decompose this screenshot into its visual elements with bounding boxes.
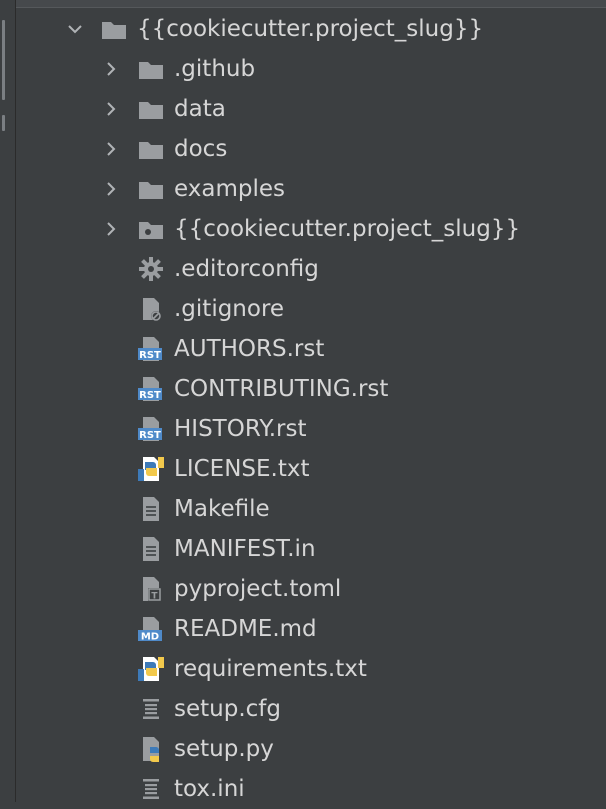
text-file-icon [143, 497, 159, 521]
tree-row-file[interactable]: .editorconfig [16, 249, 606, 289]
gear-icon [139, 257, 163, 281]
tree-item-label: README.md [174, 616, 317, 642]
tree-row-root[interactable]: {{cookiecutter.project_slug}} [16, 9, 606, 49]
folder-icon [139, 62, 163, 79]
python-file-icon [143, 737, 159, 762]
folder-icon [139, 102, 163, 119]
markdown-file-icon: MD [138, 617, 162, 643]
tree-row-file[interactable]: setup.cfg [16, 689, 606, 729]
tree-item-label: {{cookiecutter.project_slug}} [137, 16, 484, 42]
tree-row-file[interactable]: requirements.txt [16, 649, 606, 689]
folder-icon [139, 182, 163, 199]
toml-file-icon: T [143, 577, 161, 602]
tree-item-label: requirements.txt [174, 656, 367, 682]
config-file-icon [143, 779, 159, 799]
tree-row-folder[interactable]: .github [16, 49, 606, 89]
tree-item-label: {{cookiecutter.project_slug}} [174, 216, 521, 242]
tree-row-file[interactable]: Makefile [16, 489, 606, 529]
tree-item-label: setup.py [174, 736, 274, 762]
tree-row-file[interactable]: Tpyproject.toml [16, 569, 606, 609]
tree-row-file[interactable]: RST AUTHORS.rst [16, 329, 606, 369]
tree-item-label: examples [174, 176, 285, 202]
side-tab-marker[interactable] [2, 115, 5, 131]
chevron-right-icon[interactable] [102, 100, 120, 118]
tree-row-file[interactable]: MD README.md [16, 609, 606, 649]
tree-item-label: HISTORY.rst [174, 416, 307, 442]
tool-window-strip [0, 0, 16, 802]
tree-item-label: LICENSE.txt [174, 456, 310, 482]
package-folder-icon [139, 222, 163, 239]
rst-file-icon: RST [138, 377, 162, 401]
tree-item-label: .gitignore [174, 296, 285, 322]
tree-item-label: pyproject.toml [174, 576, 342, 602]
chevron-right-icon[interactable] [102, 220, 120, 238]
tree-item-label: MANIFEST.in [174, 536, 316, 562]
folder-icon [102, 22, 126, 39]
chevron-right-icon[interactable] [102, 60, 120, 78]
tree-row-folder[interactable]: examples [16, 169, 606, 209]
svg-text:MD: MD [141, 632, 159, 643]
svg-text:RST: RST [139, 390, 161, 401]
tree-row-file[interactable]: setup.py [16, 729, 606, 769]
ignore-file-icon [143, 298, 161, 321]
tree-row-file[interactable]: .gitignore [16, 289, 606, 329]
svg-text:RST: RST [139, 430, 161, 441]
panel-header [16, 0, 606, 8]
tree-row-file[interactable]: RST CONTRIBUTING.rst [16, 369, 606, 409]
project-tree: {{cookiecutter.project_slug}} .github dat… [16, 9, 606, 809]
tree-item-label: data [174, 96, 226, 122]
tree-item-label: AUTHORS.rst [174, 336, 325, 362]
rst-file-icon: RST [138, 417, 162, 441]
tree-row-file[interactable]: RST HISTORY.rst [16, 409, 606, 449]
folder-icon [139, 142, 163, 159]
python-text-file-icon [138, 657, 164, 681]
tree-item-label: docs [174, 136, 228, 162]
tree-row-folder[interactable]: {{cookiecutter.project_slug}} [16, 209, 606, 249]
rst-file-icon: RST [138, 337, 162, 361]
tree-row-folder[interactable]: docs [16, 129, 606, 169]
python-text-file-icon [138, 457, 164, 481]
chevron-right-icon[interactable] [102, 180, 120, 198]
tree-item-label: Makefile [174, 496, 270, 522]
svg-text:T: T [151, 592, 158, 602]
svg-text:RST: RST [139, 350, 161, 361]
chevron-right-icon[interactable] [102, 140, 120, 158]
tree-item-label: tox.ini [174, 776, 245, 802]
tree-item-label: CONTRIBUTING.rst [174, 376, 389, 402]
tree-row-file[interactable]: tox.ini [16, 769, 606, 809]
tree-item-label: setup.cfg [174, 696, 281, 722]
tree-row-file[interactable]: MANIFEST.in [16, 529, 606, 569]
chevron-down-icon[interactable] [66, 20, 84, 38]
text-file-icon [143, 537, 159, 561]
config-file-icon [143, 699, 159, 719]
side-tab-marker[interactable] [2, 20, 5, 100]
tree-item-label: .editorconfig [174, 256, 319, 282]
tree-row-file[interactable]: LICENSE.txt [16, 449, 606, 489]
tree-row-folder[interactable]: data [16, 89, 606, 129]
tree-item-label: .github [174, 56, 256, 82]
